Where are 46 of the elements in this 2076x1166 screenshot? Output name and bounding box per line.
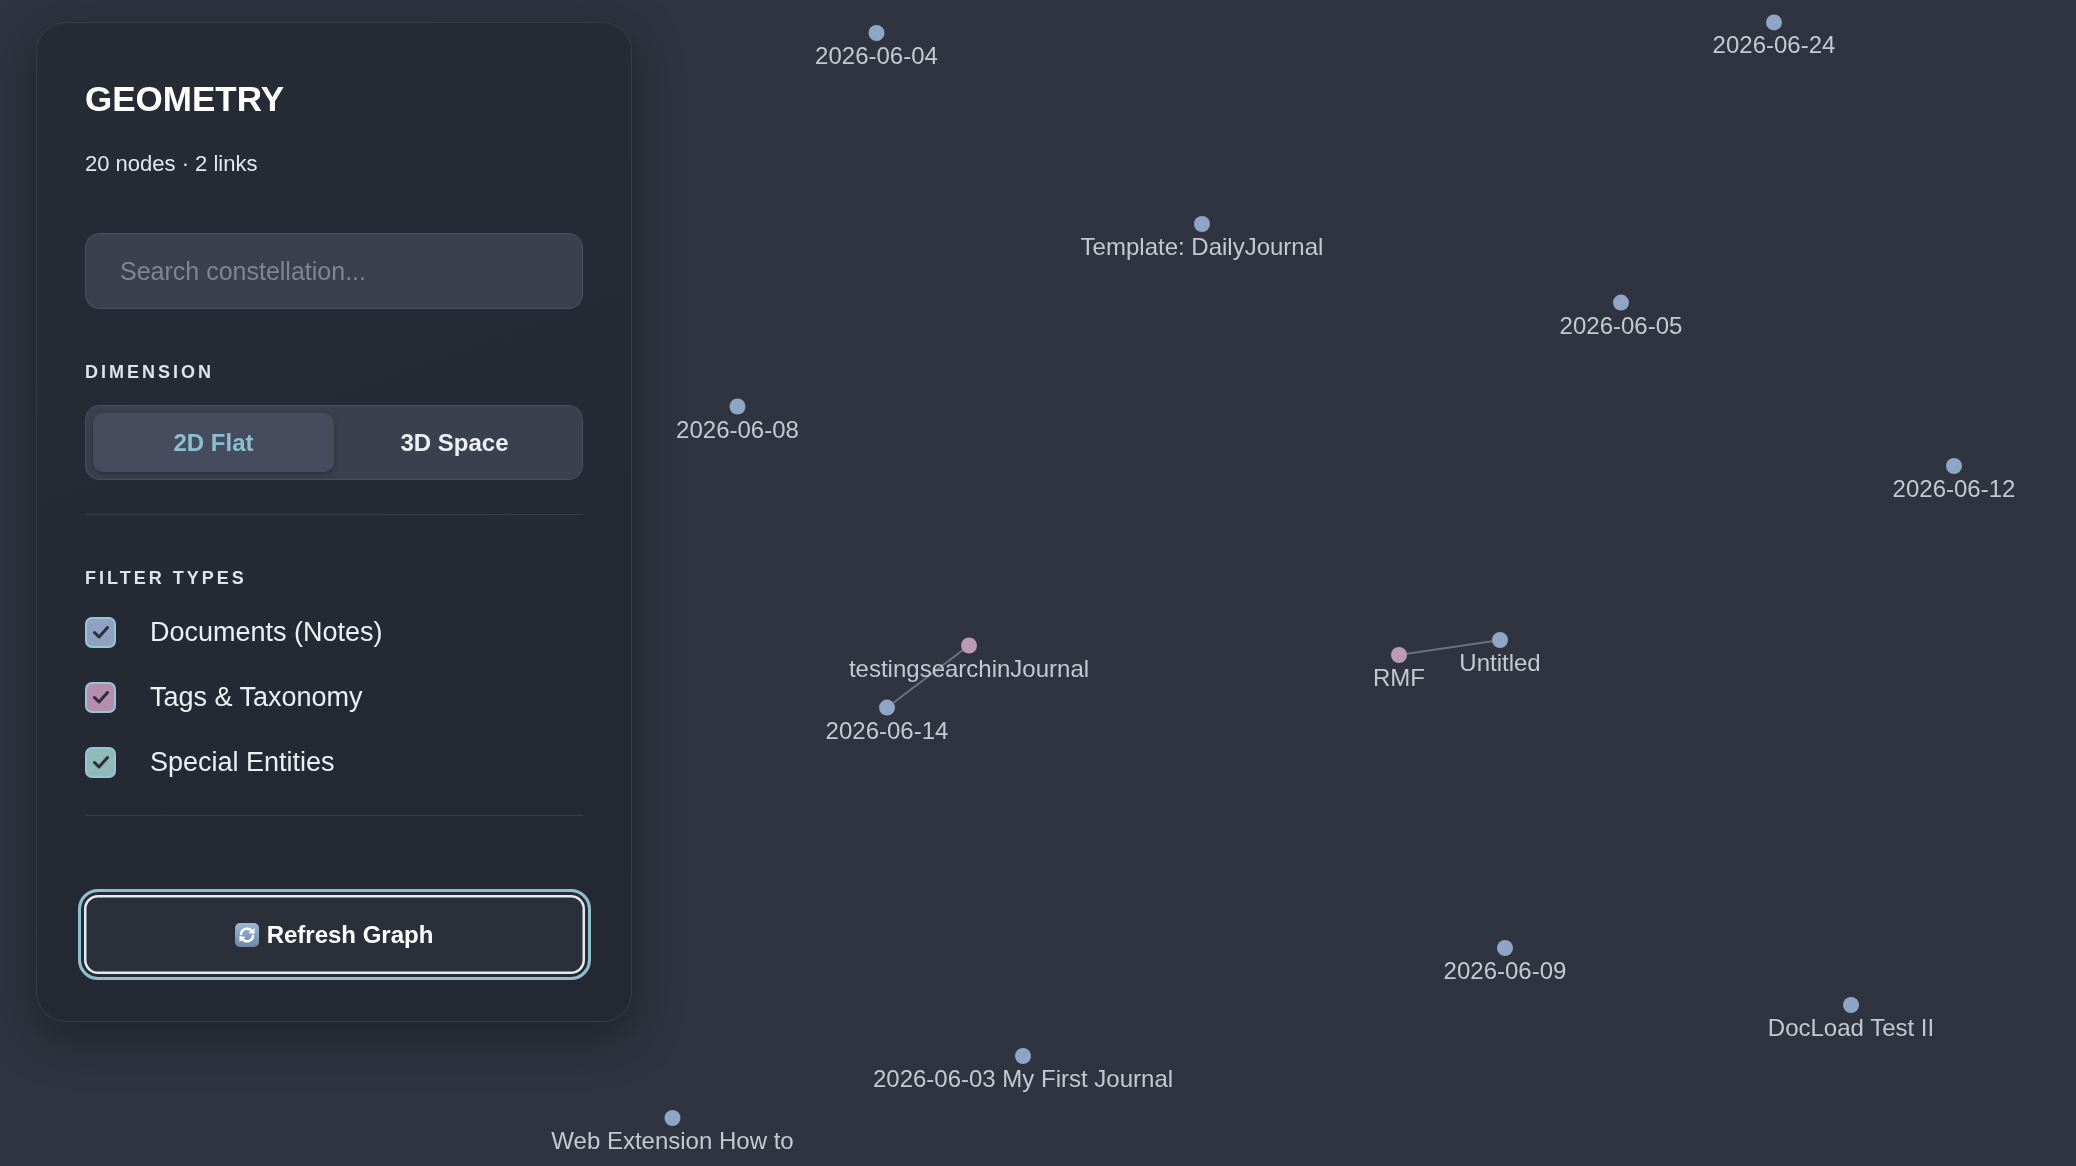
node-dot-icon[interactable] — [1391, 647, 1407, 663]
node-dot-icon[interactable] — [1613, 294, 1629, 311]
node-dot-icon[interactable] — [1497, 940, 1513, 956]
node-dot-icon[interactable] — [1492, 632, 1508, 648]
node-label: DocLoad Test II — [1767, 1015, 1935, 1041]
checkbox[interactable] — [85, 616, 116, 648]
node-dot-icon[interactable] — [664, 1110, 681, 1126]
node-label: Template: DailyJournal — [1080, 234, 1324, 260]
node-label: 2026-06-04 — [815, 43, 938, 69]
section-heading: FILTER TYPES — [85, 567, 248, 589]
checkbox-label[interactable]: Special Entities — [150, 745, 335, 779]
node-dot-icon[interactable] — [1946, 458, 1962, 474]
checkbox[interactable] — [85, 681, 116, 713]
node-dot-icon[interactable] — [729, 398, 746, 415]
dimension-tab[interactable]: 3D Space — [334, 413, 575, 472]
node-dot-icon[interactable] — [1766, 14, 1782, 31]
node-label: 2026-06-14 — [825, 717, 949, 744]
node-dot-icon[interactable] — [879, 699, 895, 716]
node-dot-icon[interactable] — [1194, 216, 1210, 232]
checkbox-label[interactable]: Tags & Taxonomy — [150, 680, 363, 714]
node-dot-icon[interactable] — [868, 25, 885, 41]
dimension-tab[interactable]: 2D Flat — [93, 413, 334, 472]
refresh-graph-button[interactable]: Refresh Graph — [77, 889, 591, 980]
node-label: 2026-06-09 — [1443, 958, 1567, 984]
panel-title: GEOMETRY — [85, 79, 285, 119]
node-label: 2026-06-12 — [1892, 476, 2016, 502]
checkbox-label[interactable]: Documents (Notes) — [150, 615, 383, 649]
check-icon — [92, 755, 109, 769]
node-label: testingsearchinJournal — [848, 655, 1090, 682]
node-label: 2026-06-08 — [676, 416, 799, 443]
node-dot-icon[interactable] — [961, 637, 977, 654]
check-icon — [92, 690, 109, 704]
section-heading: DIMENSION — [85, 361, 215, 383]
check-icon — [92, 625, 109, 639]
node-label: RMF — [1373, 665, 1425, 691]
refresh-icon — [234, 922, 259, 947]
stats-text: 20 nodes · 2 links — [85, 151, 259, 177]
node-dot-icon[interactable] — [1843, 997, 1859, 1013]
node-label: 2026-06-03 My First Journal — [872, 1066, 1174, 1092]
search-field[interactable]: Search constellation... — [85, 233, 583, 309]
node-label: Web Extension How to — [551, 1128, 794, 1154]
node-label: 2026-06-24 — [1712, 32, 1836, 59]
node-label: 2026-06-05 — [1559, 312, 1683, 339]
checkbox[interactable] — [85, 746, 116, 778]
node-label: Untitled — [1459, 650, 1541, 676]
node-dot-icon[interactable] — [1015, 1048, 1031, 1064]
